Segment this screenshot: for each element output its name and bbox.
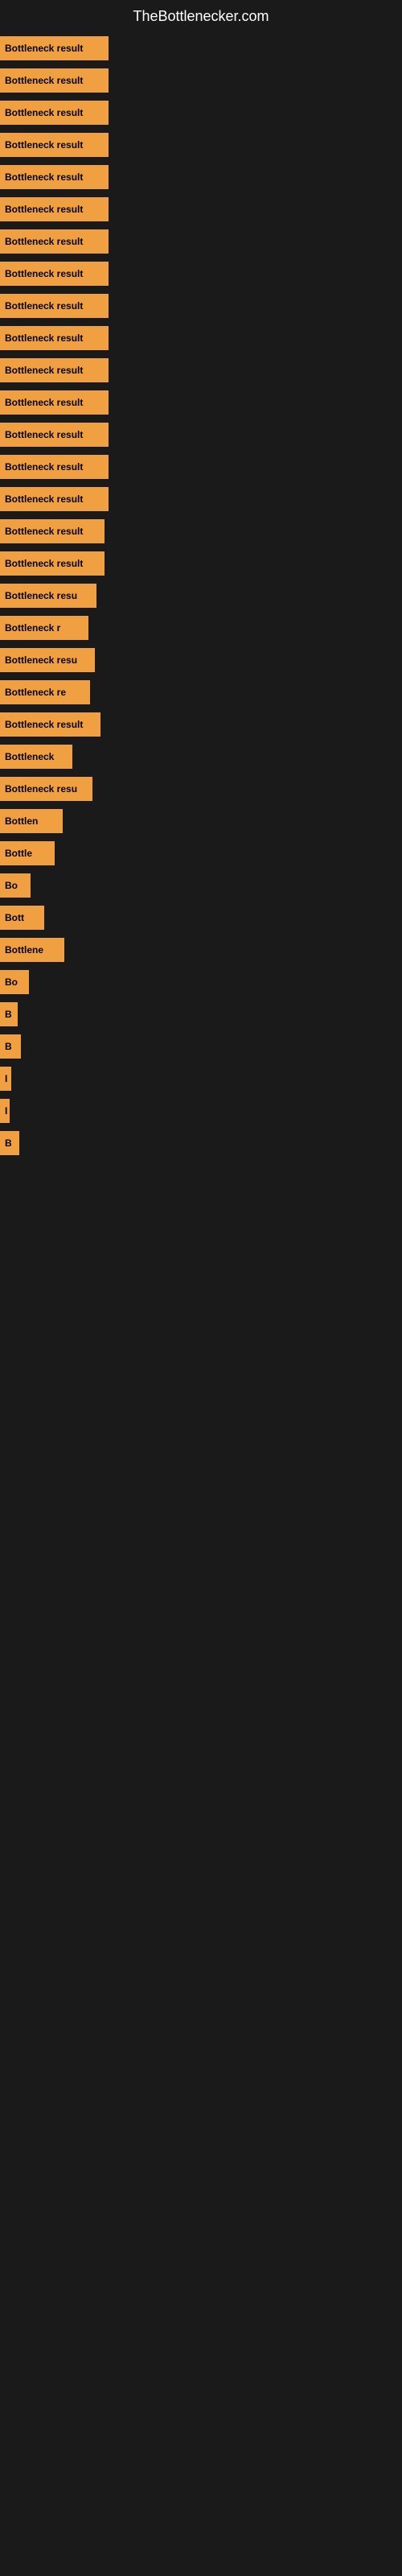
bar-row: Bottleneck re bbox=[0, 677, 402, 708]
bars-container: Bottleneck result Bottleneck result Bottle… bbox=[0, 29, 402, 1164]
bottleneck-result-bar[interactable]: Bottleneck result bbox=[0, 487, 109, 511]
bar-row: Bottleneck result bbox=[0, 65, 402, 96]
bottleneck-result-bar[interactable]: Bo bbox=[0, 970, 29, 994]
bar-row: B bbox=[0, 1128, 402, 1158]
bottleneck-result-bar[interactable]: Bottleneck result bbox=[0, 455, 109, 479]
bar-row: Bottleneck r bbox=[0, 613, 402, 643]
bottleneck-result-bar[interactable]: Bottle bbox=[0, 841, 55, 865]
bar-row: Bottleneck resu bbox=[0, 645, 402, 675]
bottleneck-result-bar[interactable]: Bottleneck result bbox=[0, 229, 109, 254]
bar-row: Bottleneck result bbox=[0, 516, 402, 547]
bar-row: Bottleneck result bbox=[0, 291, 402, 321]
bottleneck-result-bar[interactable]: Bottleneck result bbox=[0, 519, 105, 543]
bottleneck-result-bar[interactable]: Bottleneck resu bbox=[0, 648, 95, 672]
bar-row: Bottleneck result bbox=[0, 709, 402, 740]
bar-row: Bottleneck result bbox=[0, 452, 402, 482]
bar-row: Bottleneck result bbox=[0, 226, 402, 257]
bottleneck-result-bar[interactable]: Bottleneck result bbox=[0, 197, 109, 221]
bar-row: Bottleneck result bbox=[0, 484, 402, 514]
bar-row: Bottleneck result bbox=[0, 323, 402, 353]
bottleneck-result-bar[interactable]: Bottleneck result bbox=[0, 133, 109, 157]
bottleneck-result-bar[interactable]: Bottleneck result bbox=[0, 712, 100, 737]
bar-row: Bottleneck result bbox=[0, 387, 402, 418]
bottleneck-result-bar[interactable]: Bottleneck result bbox=[0, 390, 109, 415]
bottleneck-result-bar[interactable]: I bbox=[0, 1099, 10, 1123]
bar-row: Bottleneck result bbox=[0, 419, 402, 450]
bar-row: I bbox=[0, 1096, 402, 1126]
bottleneck-result-bar[interactable]: Bottleneck result bbox=[0, 326, 109, 350]
bar-row: Bottleneck result bbox=[0, 130, 402, 160]
bar-row: Bottleneck result bbox=[0, 194, 402, 225]
bar-row: Bottleneck result bbox=[0, 97, 402, 128]
bar-row: Bottleneck result bbox=[0, 258, 402, 289]
bar-row: Bo bbox=[0, 967, 402, 997]
bar-row: Bottlene bbox=[0, 935, 402, 965]
bottleneck-result-bar[interactable]: Bottleneck resu bbox=[0, 777, 92, 801]
bottleneck-result-bar[interactable]: Bottleneck result bbox=[0, 36, 109, 60]
bottleneck-result-bar[interactable]: Bottleneck result bbox=[0, 551, 105, 576]
bar-row: Bottleneck resu bbox=[0, 774, 402, 804]
bottleneck-result-bar[interactable]: Bottleneck result bbox=[0, 101, 109, 125]
bar-row: Bottleneck resu bbox=[0, 580, 402, 611]
bar-row: Bottle bbox=[0, 838, 402, 869]
bottleneck-result-bar[interactable]: Bottleneck result bbox=[0, 358, 109, 382]
site-title: TheBottlenecker.com bbox=[0, 0, 402, 29]
bar-row: B bbox=[0, 999, 402, 1030]
bottleneck-result-bar[interactable]: Bottleneck r bbox=[0, 616, 88, 640]
bar-row: Bottleneck bbox=[0, 741, 402, 772]
bottleneck-result-bar[interactable]: Bottleneck result bbox=[0, 423, 109, 447]
bottleneck-result-bar[interactable]: I bbox=[0, 1067, 11, 1091]
bottleneck-result-bar[interactable]: Bott bbox=[0, 906, 44, 930]
bar-row: B bbox=[0, 1031, 402, 1062]
bottleneck-result-bar[interactable]: Bottleneck result bbox=[0, 262, 109, 286]
bottleneck-result-bar[interactable]: Bottleneck result bbox=[0, 165, 109, 189]
bar-row: Bottleneck result bbox=[0, 33, 402, 64]
bar-row: Bott bbox=[0, 902, 402, 933]
bottleneck-result-bar[interactable]: B bbox=[0, 1002, 18, 1026]
bottleneck-result-bar[interactable]: B bbox=[0, 1131, 19, 1155]
bottleneck-result-bar[interactable]: Bottlene bbox=[0, 938, 64, 962]
bottleneck-result-bar[interactable]: B bbox=[0, 1034, 21, 1059]
bottleneck-result-bar[interactable]: Bottlen bbox=[0, 809, 63, 833]
bar-row: Bottleneck result bbox=[0, 548, 402, 579]
bottleneck-result-bar[interactable]: Bottleneck bbox=[0, 745, 72, 769]
bar-row: Bottleneck result bbox=[0, 162, 402, 192]
bottleneck-result-bar[interactable]: Bottleneck result bbox=[0, 68, 109, 93]
bottleneck-result-bar[interactable]: Bottleneck resu bbox=[0, 584, 96, 608]
bar-row: Bo bbox=[0, 870, 402, 901]
bottleneck-result-bar[interactable]: Bottleneck result bbox=[0, 294, 109, 318]
bar-row: Bottleneck result bbox=[0, 355, 402, 386]
bar-row: Bottlen bbox=[0, 806, 402, 836]
bottleneck-result-bar[interactable]: Bottleneck re bbox=[0, 680, 90, 704]
bottleneck-result-bar[interactable]: Bo bbox=[0, 873, 31, 898]
bar-row: I bbox=[0, 1063, 402, 1094]
